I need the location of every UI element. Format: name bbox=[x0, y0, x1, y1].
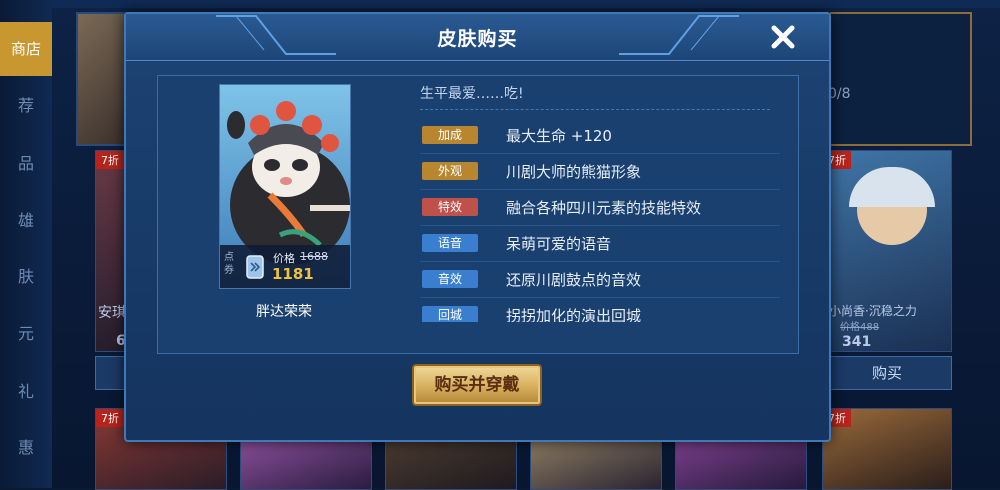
skin-quote: 生平最爱……吃! bbox=[420, 86, 524, 102]
skin-card-right-buy-button[interactable]: 购买 bbox=[822, 356, 952, 390]
list-item: 外观 川剧大师的熊猫形象 bbox=[420, 160, 800, 196]
skin-preview-card[interactable]: 点券 价格 1688 1181 bbox=[219, 84, 351, 289]
feature-badge: 特效 bbox=[422, 198, 478, 216]
feature-badge: 语音 bbox=[422, 234, 478, 252]
skin-card-bottom-3[interactable] bbox=[385, 438, 517, 490]
skin-purchase-dialog: 皮肤购买 点券 价格 1688 1181 胖达荣荣 生平最爱……吃! 加成 最大… bbox=[124, 12, 831, 442]
slot-count: 0/8 bbox=[828, 86, 851, 102]
list-item: 语音 呆萌可爱的语音 bbox=[420, 232, 800, 268]
dialog-title: 皮肤购买 bbox=[437, 28, 518, 50]
list-item: 加成 最大生命 +120 bbox=[420, 124, 800, 160]
voucher-icon bbox=[246, 255, 264, 279]
currency-label: 点券 bbox=[224, 252, 234, 276]
skin-card-bottom-4[interactable] bbox=[530, 438, 662, 490]
hero-hair bbox=[849, 167, 935, 207]
sidebar-item-gifts[interactable]: 礼 bbox=[0, 378, 52, 402]
skin-card-bottom-6[interactable]: 7折 bbox=[822, 408, 952, 490]
sidebar-item-heroes[interactable]: 雄 bbox=[0, 207, 52, 231]
list-item: 特效 融合各种四川元素的技能特效 bbox=[420, 196, 800, 232]
divider bbox=[420, 189, 780, 190]
list-item: 音效 还原川剧鼓点的音效 bbox=[420, 268, 800, 304]
sidebar-item-items[interactable]: 品 bbox=[0, 150, 52, 174]
skin-name: 胖达荣荣 bbox=[256, 304, 312, 320]
skin-card-right-name: 小尚香·沉稳之力 bbox=[829, 304, 917, 318]
price-label: 价格 bbox=[273, 252, 295, 265]
skin-card-left-name: 安琪 bbox=[98, 305, 126, 321]
list-item: 回城 拐拐加化的演出回城 bbox=[420, 304, 800, 322]
feature-badge: 加成 bbox=[422, 126, 478, 144]
sidebar-item-shop[interactable]: 商店 bbox=[0, 22, 52, 76]
discount-tag: 7折 bbox=[96, 409, 124, 427]
sidebar-item-recommend[interactable]: 荐 bbox=[0, 92, 52, 116]
skin-card-bottom-2[interactable] bbox=[240, 438, 372, 490]
skin-card-right-old-price: 价格488 bbox=[840, 322, 880, 333]
divider bbox=[420, 261, 780, 262]
original-price: 1688 bbox=[300, 250, 328, 263]
close-icon[interactable] bbox=[766, 20, 800, 54]
divider bbox=[420, 153, 780, 154]
current-price: 1181 bbox=[272, 265, 314, 283]
sidebar-item-discounts[interactable]: 惠 bbox=[0, 434, 52, 458]
price-bar: 点券 价格 1688 1181 bbox=[220, 245, 350, 288]
top-strip bbox=[52, 0, 1000, 8]
feature-text: 拐拐加化的演出回城 bbox=[506, 307, 642, 322]
feature-text: 融合各种四川元素的技能特效 bbox=[506, 199, 702, 217]
divider bbox=[420, 297, 780, 298]
divider bbox=[420, 225, 780, 226]
skin-card-right-price: 341 bbox=[842, 334, 872, 350]
feature-badge: 回城 bbox=[422, 306, 478, 322]
dialog-header: 皮肤购买 bbox=[126, 14, 829, 61]
feature-text: 最大生命 +120 bbox=[506, 127, 612, 145]
feature-list[interactable]: 加成 最大生命 +120 外观 川剧大师的熊猫形象 特效 融合各种四川元素的技能… bbox=[420, 120, 800, 322]
skin-card-bottom-5[interactable] bbox=[675, 438, 807, 490]
feature-badge: 音效 bbox=[422, 270, 478, 288]
feature-badge: 外观 bbox=[422, 162, 478, 180]
feature-text: 还原川剧鼓点的音效 bbox=[506, 271, 642, 289]
buy-and-wear-button[interactable]: 购买并穿戴 bbox=[412, 364, 542, 406]
store-sidebar: 商店 荐 品 雄 肤 元 礼 惠 bbox=[0, 0, 52, 488]
feature-text: 川剧大师的熊猫形象 bbox=[506, 163, 642, 181]
promo-panel bbox=[830, 12, 972, 146]
feature-text: 呆萌可爱的语音 bbox=[506, 235, 612, 253]
discount-tag: 7折 bbox=[96, 151, 124, 169]
divider bbox=[420, 109, 770, 110]
sidebar-item-skins[interactable]: 肤 bbox=[0, 263, 52, 287]
sidebar-item-yuan[interactable]: 元 bbox=[0, 320, 52, 344]
